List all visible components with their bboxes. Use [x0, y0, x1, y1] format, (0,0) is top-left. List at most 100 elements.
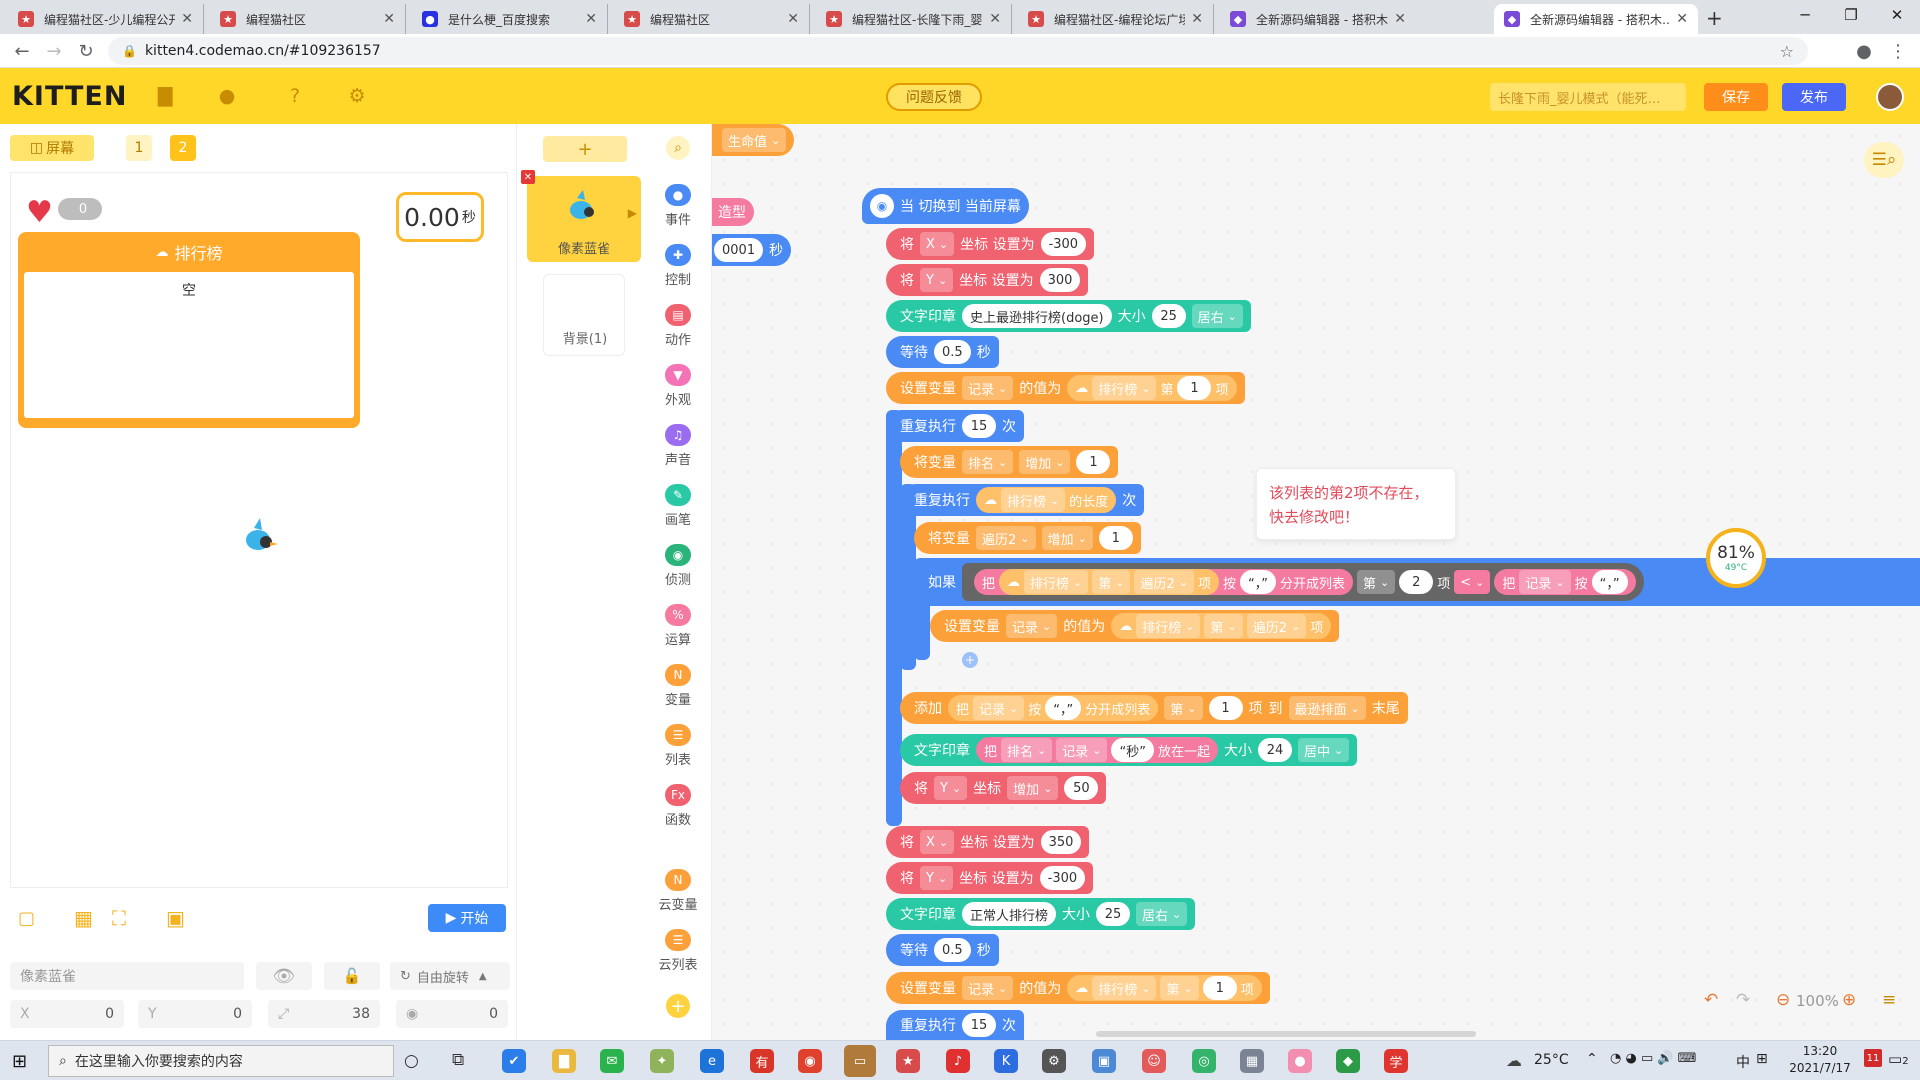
block-set-variable[interactable]: 设置变量记录的值为 ☁排行榜第1项 [886, 372, 1245, 404]
clock[interactable]: 13:20 2021/7/17 [1780, 1043, 1860, 1077]
text-input[interactable]: “秒” [1111, 738, 1154, 762]
direction-field[interactable]: ◉ 0 [396, 1000, 508, 1028]
file-explorer-icon[interactable]: ▇ [552, 1049, 576, 1073]
block-set-x[interactable]: 将X 坐标 设置为 -300 [886, 228, 1095, 260]
app-icon[interactable]: ✦ [650, 1049, 674, 1073]
help-icon[interactable]: ? [282, 84, 308, 108]
undo-icon[interactable]: ↶ [1704, 990, 1718, 1010]
screen-button[interactable]: ◫ 屏幕 [10, 135, 94, 161]
zoom-in-icon[interactable]: ⊕ [1842, 990, 1856, 1010]
sprite-name-field[interactable]: 像素蓝雀 [10, 962, 244, 990]
screen-tab-1[interactable]: 1 [126, 135, 152, 161]
sep-input[interactable]: “，” [1591, 570, 1628, 594]
add-extension-icon[interactable]: + [666, 994, 690, 1018]
block-text-stamp-join[interactable]: 文字印章把排名记录“秒”放在一起大小 24居中 [900, 734, 1358, 766]
block-set-y[interactable]: 将Y 坐标 设置为 300 [886, 264, 1089, 296]
var-select[interactable]: 排名 [1001, 738, 1053, 762]
close-tab-icon[interactable]: ✕ [1191, 11, 1203, 27]
var-select[interactable]: 记录 [1519, 570, 1571, 594]
y-input[interactable]: 50 [1064, 776, 1099, 800]
leaderboard-list-widget[interactable]: ☁ 排行榜 空 [18, 232, 360, 428]
change-input[interactable]: 1 [1098, 526, 1133, 550]
block-life-variable[interactable]: 生命值 [712, 124, 795, 156]
op-select[interactable]: 增加 [1019, 450, 1071, 474]
browser-tab[interactable]: ★ 编程猫社区 ✕ [210, 4, 406, 34]
category-variables[interactable]: N 变量 [644, 664, 712, 708]
close-tab-icon[interactable]: ✕ [989, 11, 1001, 27]
block-set-variable-2[interactable]: 设置变量记录的值为 ☁排行榜第1项 [886, 972, 1270, 1004]
list-select[interactable]: 排行榜 [1024, 570, 1089, 594]
grid-icon[interactable]: ▦ [74, 906, 93, 930]
x-value-input[interactable]: 350 [1040, 830, 1082, 854]
close-tab-icon[interactable]: ✕ [383, 11, 395, 27]
netease-music-icon[interactable]: ♪ [946, 1049, 970, 1073]
category-cloud-lists[interactable]: ☰ 云列表 [644, 929, 712, 973]
category-lists[interactable]: ☰ 列表 [644, 724, 712, 768]
close-tab-icon[interactable]: ✕ [585, 11, 597, 27]
nth-select[interactable]: 第 [1160, 976, 1199, 1000]
size-input[interactable]: 25 [1151, 304, 1186, 328]
app-icon[interactable]: ● [1288, 1049, 1312, 1073]
category-motion[interactable]: ▤ 动作 [644, 304, 712, 348]
block-change-y[interactable]: 将Y 坐标增加50 [900, 772, 1107, 804]
stage-size-icon[interactable]: ▢ [18, 908, 35, 929]
align-select[interactable]: 居中 [1297, 738, 1350, 762]
block-wait-partial[interactable]: 0001 秒 [712, 234, 792, 266]
start-button[interactable]: ▶ 开始 [428, 904, 506, 932]
forward-icon[interactable]: → [42, 39, 66, 63]
align-select[interactable]: 居右 [1191, 304, 1243, 328]
block-when-switch-screen[interactable]: ◉ 当 切换到 当前屏幕 [862, 188, 1029, 224]
iter-select[interactable]: 遍历2 [1134, 570, 1194, 594]
tray-icons[interactable]: ◔ ◕ ▭ 🔊 ⌨ [1610, 1051, 1696, 1066]
var-select[interactable]: 记录 [962, 376, 1014, 400]
browser-tab[interactable]: ★ 编程猫社区-少儿编程公开… ✕ [8, 4, 204, 34]
expand-arrow-icon[interactable]: ▶ [628, 206, 637, 220]
app-icon[interactable]: ✔ [502, 1049, 526, 1073]
menu-dots-icon[interactable]: ⋮ [1886, 39, 1910, 63]
bookmark-star-icon[interactable]: ☆ [1780, 42, 1794, 61]
chrome-icon[interactable]: ◉ [798, 1049, 822, 1073]
arrange-icon[interactable]: ≡ [1882, 990, 1896, 1010]
wait-input[interactable]: 0.5 [934, 340, 971, 364]
block-text-stamp[interactable]: 文字印章 史上最逊排行榜(doge) 大小 25 居右 [886, 300, 1251, 332]
ime-mode-icon[interactable]: ⊞ [1756, 1051, 1768, 1067]
var-select[interactable]: 记录 [1056, 738, 1108, 762]
category-looks[interactable]: ▼ 外观 [644, 364, 712, 408]
category-functions[interactable]: Fx 函数 [644, 784, 712, 828]
category-control[interactable]: ✚ 控制 [644, 244, 712, 288]
fullscreen-icon[interactable]: ⛶ [112, 906, 126, 930]
block-list-append[interactable]: 添加把记录按“，”分开成列表第1项到最逊排面末尾 [900, 692, 1408, 724]
task-view-icon[interactable]: ⧉ [452, 1050, 464, 1070]
close-window-icon[interactable]: ✕ [1874, 0, 1920, 30]
category-sensing[interactable]: ◉ 侦测 [644, 544, 712, 588]
block-search-panel-icon[interactable]: ☰⌕ [1864, 142, 1904, 178]
y-value-input[interactable]: 300 [1039, 268, 1081, 292]
axis-select[interactable]: X [920, 830, 955, 854]
category-sound[interactable]: ♫ 声音 [644, 424, 712, 468]
settings-gear-icon[interactable]: ⚙ [344, 84, 370, 108]
block-wait-2[interactable]: 等待 0.5 秒 [886, 934, 999, 966]
times-input[interactable]: 15 [962, 1013, 996, 1037]
youdao-icon[interactable]: 有 [750, 1049, 774, 1073]
app-badge-icon[interactable]: 11 [1864, 1049, 1882, 1067]
y-value-input[interactable]: -300 [1039, 866, 1086, 890]
folder-icon[interactable]: ▇ [152, 84, 178, 108]
stamp-text-input[interactable]: 史上最逊排行榜(doge) [962, 304, 1112, 328]
redo-icon[interactable]: ↷ [1736, 990, 1750, 1010]
app-icon[interactable]: K [994, 1049, 1018, 1073]
taskbar-search[interactable]: ⌕ 在这里输入你要搜索的内容 [48, 1045, 394, 1077]
browser-tab[interactable]: ★ 编程猫社区 ✕ [614, 4, 810, 34]
app-icon[interactable]: ◆ [1336, 1049, 1360, 1073]
block-set-x-2[interactable]: 将X 坐标 设置为 350 [886, 826, 1090, 858]
back-icon[interactable]: ← [10, 39, 34, 63]
axis-select[interactable]: Y [920, 866, 954, 890]
change-input[interactable]: 1 [1076, 450, 1111, 474]
nth-select[interactable]: 第 [1204, 614, 1243, 638]
category-pen[interactable]: ✎ 画笔 [644, 484, 712, 528]
minimize-icon[interactable]: ─ [1782, 0, 1828, 30]
nth-select[interactable]: 第 [1357, 570, 1396, 594]
var-select[interactable]: 记录 [973, 696, 1025, 720]
category-events[interactable]: ● 事件 [644, 184, 712, 228]
category-cloud-variables[interactable]: N 云变量 [644, 869, 712, 913]
user-avatar[interactable] [1876, 83, 1904, 111]
